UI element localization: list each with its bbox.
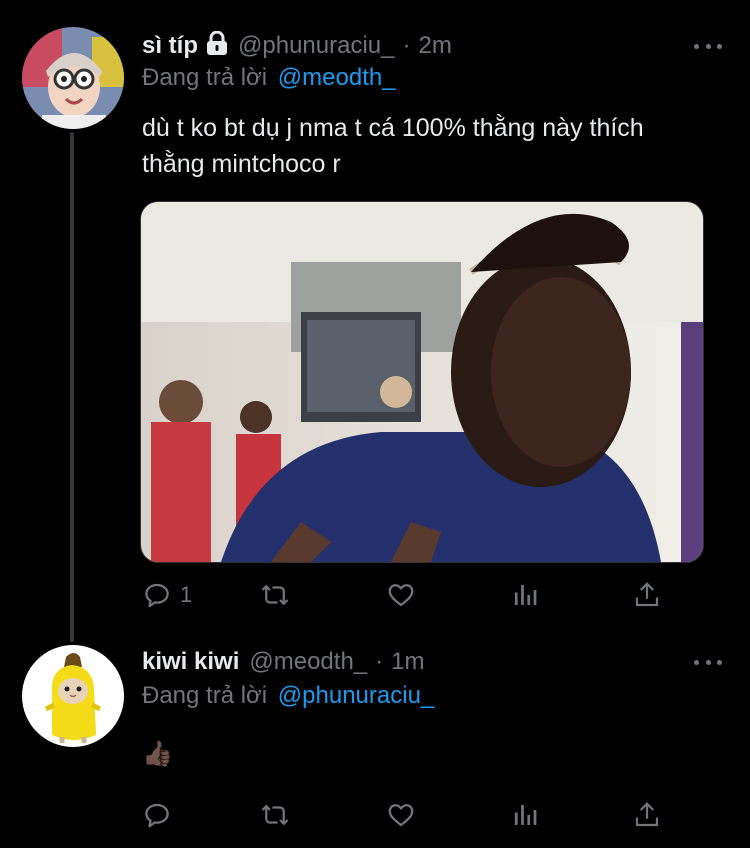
share-button[interactable] <box>632 578 662 612</box>
lock-icon <box>206 30 228 62</box>
share-icon <box>635 802 659 827</box>
reply-to-link[interactable]: @phunuraciu_ <box>278 682 434 709</box>
tweet-header: kiwi kiwi @meodth_ · 1m <box>142 645 424 679</box>
timestamp[interactable]: 1m <box>391 648 424 676</box>
like-button[interactable] <box>386 578 416 612</box>
user-handle[interactable]: @phunuraciu_ <box>238 32 394 60</box>
analytics-button[interactable] <box>510 798 540 832</box>
avatar-image <box>22 645 124 747</box>
tweet-media-image[interactable] <box>140 201 704 563</box>
more-icon[interactable] <box>694 652 722 672</box>
display-name[interactable]: sì típ <box>142 32 198 60</box>
retweet-button[interactable] <box>260 578 290 612</box>
like-icon <box>388 804 414 827</box>
tweet-text: 👍🏿 <box>142 740 174 768</box>
reply-context: Đang trả lời @meodth_ <box>142 64 396 92</box>
avatar-meodth[interactable] <box>22 645 124 747</box>
tweet-text: dù t ko bt dụ j nma t cá 100% thằng này … <box>142 114 644 178</box>
reply-prefix: Đang trả lời <box>142 64 268 91</box>
like-button[interactable] <box>386 798 416 832</box>
tweet-actions: 1 <box>142 578 682 612</box>
retweet-button[interactable] <box>260 798 290 832</box>
tweet-2[interactable]: kiwi kiwi @meodth_ · 1m Đang trả lời @ph… <box>0 640 750 848</box>
retweet-icon <box>261 584 289 606</box>
share-button[interactable] <box>632 798 662 832</box>
tweet-actions <box>142 798 682 832</box>
more-icon[interactable] <box>694 36 722 56</box>
share-icon <box>635 582 659 607</box>
meme-photo <box>141 202 703 562</box>
analytics-button[interactable] <box>510 578 540 612</box>
avatar-phunuraciu[interactable] <box>22 27 124 129</box>
reply-context: Đang trả lời @phunuraciu_ <box>142 682 434 710</box>
separator-dot: · <box>402 32 411 59</box>
tweet-1[interactable]: sì típ @phunuraciu_ · 2m Đang trả lời @m… <box>0 0 750 640</box>
separator-dot: · <box>375 648 384 675</box>
avatar-image <box>22 27 124 129</box>
timestamp[interactable]: 2m <box>418 32 451 60</box>
display-name[interactable]: kiwi kiwi <box>142 648 239 676</box>
reply-icon <box>145 803 169 828</box>
reply-button[interactable]: 1 <box>142 578 192 612</box>
analytics-icon <box>514 585 537 605</box>
like-icon <box>388 584 414 607</box>
reply-icon <box>145 583 169 608</box>
analytics-icon <box>514 805 537 825</box>
reply-to-link[interactable]: @meodth_ <box>278 64 396 91</box>
retweet-icon <box>261 804 289 826</box>
tweet-header: sì típ @phunuraciu_ · 2m <box>142 29 452 63</box>
reply-button[interactable] <box>142 798 180 832</box>
user-handle[interactable]: @meodth_ <box>249 648 367 676</box>
reply-prefix: Đang trả lời <box>142 682 268 709</box>
reply-count: 1 <box>180 582 193 607</box>
